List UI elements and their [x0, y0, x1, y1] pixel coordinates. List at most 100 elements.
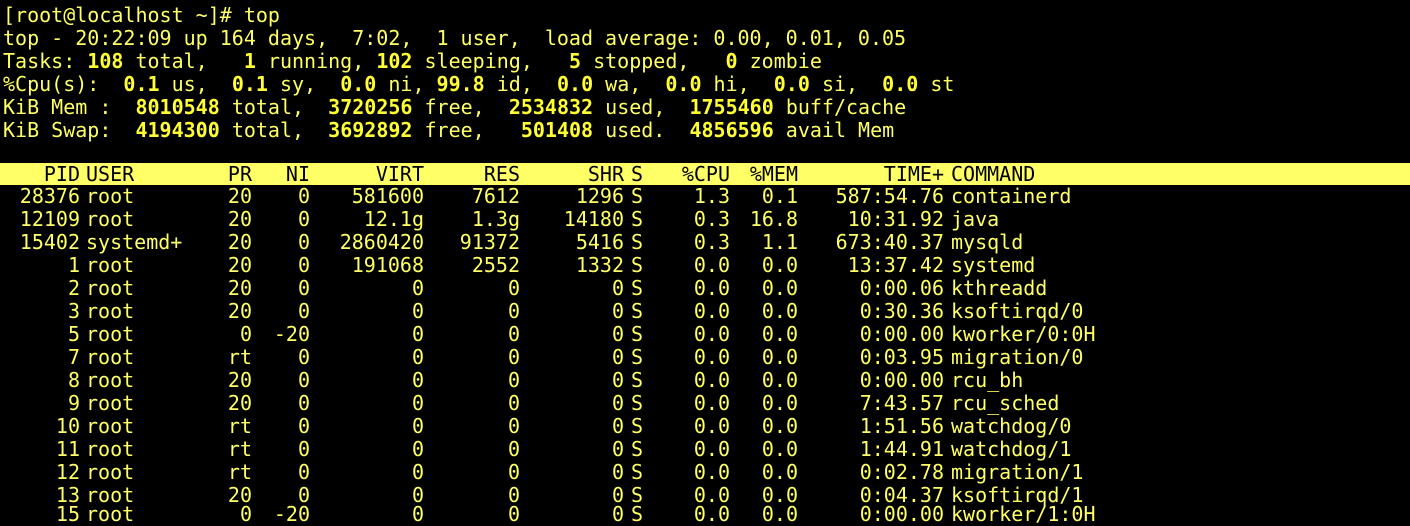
command-cell: rcu_sched	[951, 391, 1060, 415]
state-cell: S	[631, 368, 644, 392]
state-cell: S	[631, 299, 644, 323]
table-row[interactable]: 12109 root 20 0 12.1g 1.3g 14180 S 0.3 1…	[0, 208, 1410, 231]
command-cell: java	[951, 207, 1000, 231]
cpu-cell: 0.0	[693, 345, 730, 369]
ni-cell: 0	[297, 391, 310, 415]
ni-cell: 0	[297, 184, 310, 208]
virt-cell: 0	[411, 460, 424, 484]
ni-cell: 0	[297, 345, 310, 369]
state-cell: S	[631, 207, 644, 231]
shr-cell: 1296	[575, 184, 624, 208]
table-row[interactable]: 1 root 20 0 191068 2552 1332 S 0.0 0.0 1…	[0, 254, 1410, 277]
cpu-cell: 0.0	[693, 368, 730, 392]
column-header-virt[interactable]: VIRT	[316, 163, 424, 186]
cpu-sy-value: 0.1	[231, 72, 268, 96]
column-header-cpu[interactable]: %CPU	[658, 163, 730, 186]
mem-cell: 0.0	[761, 437, 798, 461]
res-cell: 0	[507, 299, 520, 323]
res-cell: 91372	[459, 230, 520, 254]
column-header-time[interactable]: TIME+	[804, 163, 944, 186]
command-cell: watchdog/0	[951, 414, 1072, 438]
cpu-st-label: st	[930, 72, 955, 96]
state-cell: S	[631, 460, 644, 484]
pid-cell: 12	[55, 460, 80, 484]
table-row[interactable]: 8 root 20 0 0 0 0 S 0.0 0.0 0:00.00 rcu_…	[0, 369, 1410, 392]
tasks-total-value: 108	[87, 49, 124, 73]
table-row[interactable]: 5 root 0 -20 0 0 0 S 0.0 0.0 0:00.00 kwo…	[0, 323, 1410, 346]
pr-cell: 20	[227, 299, 252, 323]
column-header-state[interactable]: S	[631, 163, 651, 186]
ni-cell: 0	[297, 253, 310, 277]
column-header-user[interactable]: USER	[86, 163, 206, 186]
time-cell: 0:00.00	[859, 368, 944, 392]
pr-cell: 0	[239, 322, 252, 346]
ni-cell: 0	[297, 368, 310, 392]
tasks-label: Tasks:	[3, 49, 76, 73]
res-cell: 0	[507, 322, 520, 346]
ni-cell: 0	[297, 276, 310, 300]
user-cell: root	[86, 207, 135, 231]
column-header-pid[interactable]: PID	[0, 163, 80, 186]
table-row[interactable]: 7 root rt 0 0 0 0 S 0.0 0.0 0:03.95 migr…	[0, 346, 1410, 369]
ni-cell: 0	[297, 230, 310, 254]
command-cell: migration/1	[951, 460, 1084, 484]
shr-cell: 0	[611, 345, 624, 369]
terminal-window[interactable]: [root@localhost ~]# top top - 20:22:09 u…	[0, 0, 1410, 526]
cpu-cell: 1.3	[693, 184, 730, 208]
pr-cell: 20	[227, 230, 252, 254]
mem-cell: 0.0	[761, 253, 798, 277]
table-row[interactable]: 12 root rt 0 0 0 0 S 0.0 0.0 0:02.78 mig…	[0, 461, 1410, 484]
time-cell: 0:30.36	[859, 299, 944, 323]
res-cell: 7612	[471, 184, 520, 208]
pid-cell: 28376	[19, 184, 80, 208]
table-row[interactable]: 11 root rt 0 0 0 0 S 0.0 0.0 1:44.91 wat…	[0, 438, 1410, 461]
user-cell: systemd+	[86, 230, 183, 254]
cpu-ni-value: 0.0	[340, 72, 377, 96]
column-header-command[interactable]: COMMAND	[951, 163, 1251, 186]
res-cell: 0	[507, 391, 520, 415]
cpu-hi-label: hi,	[713, 72, 750, 96]
mem-free-value: 3720256	[328, 95, 413, 119]
mem-cell: 0.0	[761, 276, 798, 300]
swap-label: KiB Swap:	[3, 118, 112, 142]
table-row[interactable]: 28376 root 20 0 581600 7612 1296 S 1.3 0…	[0, 185, 1410, 208]
res-cell: 0	[507, 345, 520, 369]
virt-cell: 0	[411, 368, 424, 392]
cpu-si-value: 0.0	[773, 72, 810, 96]
tasks-zombie-value: 0	[725, 49, 738, 73]
table-row[interactable]: 2 root 20 0 0 0 0 S 0.0 0.0 0:00.06 kthr…	[0, 277, 1410, 300]
table-row[interactable]: 10 root rt 0 0 0 0 S 0.0 0.0 1:51.56 wat…	[0, 415, 1410, 438]
column-header-shr[interactable]: SHR	[526, 163, 624, 186]
time-cell: 0:02.78	[859, 460, 944, 484]
user-cell: root	[86, 437, 135, 461]
cpu-cell: 0.3	[693, 207, 730, 231]
user-cell: root	[86, 322, 135, 346]
column-header-pr[interactable]: PR	[212, 163, 252, 186]
command-cell: rcu_bh	[951, 368, 1024, 392]
shr-cell: 0	[611, 391, 624, 415]
ni-cell: 0	[297, 207, 310, 231]
pr-cell: rt	[227, 437, 252, 461]
table-row[interactable]: 3 root 20 0 0 0 0 S 0.0 0.0 0:30.36 ksof…	[0, 300, 1410, 323]
column-header-res[interactable]: RES	[430, 163, 520, 186]
mem-free-label: free,	[424, 95, 485, 119]
tasks-zombie-label: zombie	[749, 49, 822, 73]
mem-used-label: used,	[605, 95, 666, 119]
tasks-sleeping-value: 102	[376, 49, 413, 73]
shell-prompt: [root@localhost ~]# top	[3, 3, 280, 27]
ni-cell: 0	[297, 299, 310, 323]
cpu-cell: 0.3	[693, 230, 730, 254]
shr-cell: 0	[611, 437, 624, 461]
process-table-header[interactable]: PID USER PR NI VIRT RES SHR S %CPU %MEM …	[0, 163, 1410, 186]
table-row[interactable]: 15402 systemd+ 20 0 2860420 91372 5416 S…	[0, 231, 1410, 254]
table-row[interactable]: 9 root 20 0 0 0 0 S 0.0 0.0 7:43.57 rcu_…	[0, 392, 1410, 415]
column-header-ni[interactable]: NI	[258, 163, 310, 186]
user-cell: root	[86, 414, 135, 438]
mem-cell: 1.1	[761, 230, 798, 254]
command-cell: kthreadd	[951, 276, 1048, 300]
pr-cell: 20	[227, 391, 252, 415]
res-cell: 2552	[471, 253, 520, 277]
column-header-mem[interactable]: %MEM	[736, 163, 798, 186]
pid-cell: 2	[67, 276, 80, 300]
time-cell: 673:40.37	[835, 230, 944, 254]
